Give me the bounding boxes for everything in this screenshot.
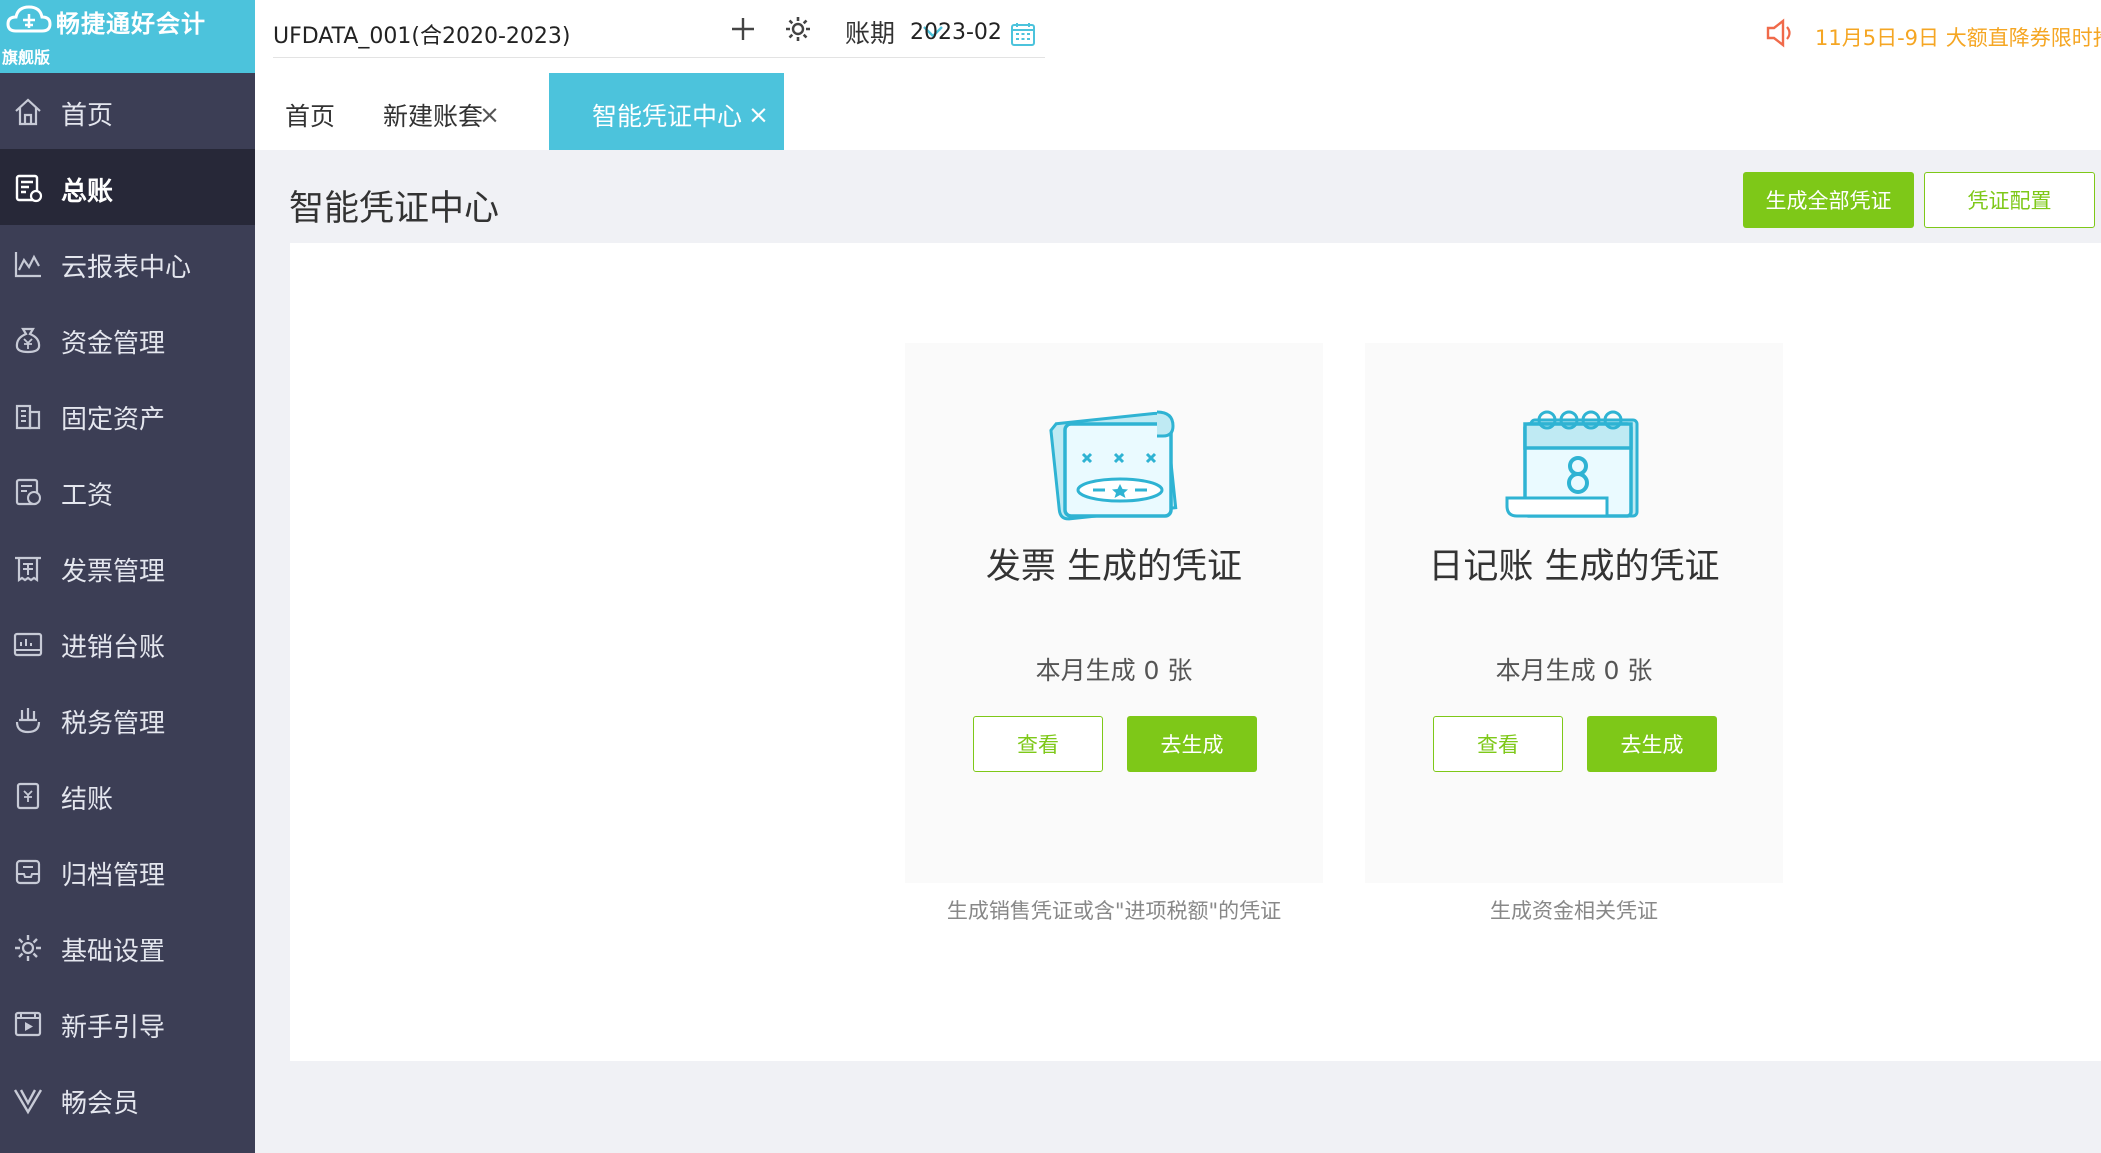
sidebar-item-label: 云报表中心: [61, 253, 192, 283]
tab-label: 智能凭证中心: [592, 102, 743, 131]
tab-new-account-set[interactable]: 新建账套 ×: [350, 73, 505, 150]
sidebar-item-label: 基础设置: [61, 937, 166, 967]
sidebar-item-settings[interactable]: 基础设置: [0, 909, 255, 985]
home-icon: [15, 98, 41, 126]
tax-icon: [15, 708, 41, 734]
add-icon[interactable]: [728, 14, 758, 44]
sidebar-item-label: 畅会员: [61, 1089, 140, 1119]
period-label: 账期: [845, 19, 896, 48]
ledger-icon: [15, 174, 43, 203]
salary-icon: [15, 478, 41, 506]
voucher-config-button[interactable]: 凭证配置: [1924, 172, 2095, 228]
view-button[interactable]: 查看: [973, 716, 1103, 772]
sidebar-item-invoice[interactable]: 发票管理: [0, 529, 255, 605]
invoice-voucher-card: 发票 生成的凭证 本月生成 0 张 查看 去生成: [905, 343, 1323, 883]
sidebar-item-funds[interactable]: 资金管理: [0, 301, 255, 377]
tab-home[interactable]: 首页: [255, 73, 350, 150]
closing-icon: [16, 782, 40, 810]
top-bar: UFDATA_001(合2020-2023) 账期 2023-02 11月5日-…: [255, 0, 2101, 73]
video-icon: [14, 1011, 42, 1037]
sidebar-item-home[interactable]: 首页: [0, 73, 255, 149]
card-title: 发票 生成的凭证: [985, 547, 1243, 587]
tab-label: 首页: [285, 102, 336, 131]
go-generate-button[interactable]: 去生成: [1587, 716, 1717, 772]
period-picker[interactable]: 2023-02: [910, 8, 1045, 58]
invoice-card-icon: [1049, 410, 1178, 521]
card-description: 生成销售凭证或含"进项税额"的凭证: [946, 899, 1282, 923]
main-content: 智能凭证中心 生成全部凭证 凭证配置 发票 生成的凭证 本月生成 0 张 查看 …: [255, 150, 2101, 1153]
invoice-icon: [15, 556, 41, 583]
monthly-count: 本月生成 0 张: [1495, 656, 1653, 685]
chart-icon: [14, 252, 41, 278]
promo-banner-text[interactable]: 11月5日-9日 大额直降券限时抢: [1815, 22, 2101, 52]
voucher-source-panel: 发票 生成的凭证 本月生成 0 张 查看 去生成 生成销售凭证或含"进项税额"的…: [290, 243, 2101, 1061]
go-generate-button[interactable]: 去生成: [1127, 716, 1257, 772]
generate-all-vouchers-button[interactable]: 生成全部凭证: [1743, 172, 1914, 228]
sidebar-item-label: 结账: [61, 785, 114, 815]
sidebar-item-inventory[interactable]: 进销台账: [0, 605, 255, 681]
sidebar-item-label: 首页: [61, 101, 114, 131]
close-icon[interactable]: ×: [479, 100, 500, 129]
sidebar-item-label: 归档管理: [61, 861, 166, 891]
page-title: 智能凭证中心: [289, 189, 500, 229]
app-logo[interactable]: 畅捷通好会计 旗舰版: [0, 0, 255, 73]
inventory-icon: [13, 632, 43, 657]
archive-icon: [15, 859, 41, 885]
sidebar-item-label: 资金管理: [61, 329, 166, 359]
building-icon: [15, 404, 41, 430]
edition-label: 旗舰版: [2, 48, 51, 67]
sidebar-item-tax[interactable]: 税务管理: [0, 681, 255, 757]
money-bag-icon: [15, 327, 41, 354]
close-icon[interactable]: ×: [748, 100, 769, 129]
sidebar-item-label: 新手引导: [61, 1013, 166, 1043]
sidebar-item-label: 工资: [61, 481, 114, 511]
monthly-count: 本月生成 0 张: [1035, 656, 1193, 685]
sidebar-item-closing[interactable]: 结账: [0, 757, 255, 833]
settings-gear-icon[interactable]: [782, 13, 814, 45]
journal-calendar-icon: [1505, 410, 1639, 518]
sidebar-item-salary[interactable]: 工资: [0, 453, 255, 529]
sidebar-item-label: 固定资产: [61, 405, 166, 435]
cloud-logo-icon: [6, 5, 52, 33]
vip-icon: [13, 1089, 43, 1115]
calendar-icon: [1011, 23, 1035, 46]
gear-icon: [15, 935, 41, 961]
sidebar-item-archive[interactable]: 归档管理: [0, 833, 255, 909]
sidebar-item-vip[interactable]: 畅会员: [0, 1061, 255, 1137]
sidebar-item-label: 进销台账: [61, 633, 166, 663]
sidebar-item-guide[interactable]: 新手引导: [0, 985, 255, 1061]
view-button[interactable]: 查看: [1433, 716, 1563, 772]
brand-name: 畅捷通好会计: [56, 10, 206, 38]
tab-bar: 首页 新建账套 × 智能凭证中心 ×: [255, 73, 2101, 150]
tab-label: 新建账套: [383, 102, 484, 131]
sidebar-item-fixed-assets[interactable]: 固定资产: [0, 377, 255, 453]
period-value: 2023-02: [910, 20, 1002, 45]
sidebar-item-ledger[interactable]: 总账: [0, 149, 255, 225]
sidebar-item-label: 发票管理: [61, 557, 166, 587]
account-set-value: UFDATA_001(合2020-2023): [273, 24, 571, 49]
journal-voucher-card: 日记账 生成的凭证 本月生成 0 张 查看 去生成: [1365, 343, 1783, 883]
sidebar-item-label: 总账: [61, 177, 114, 207]
sidebar: 首页 总账 云报表中心 资金管理 固定资产 工资 发票管理 进销台账 税务管理 …: [0, 73, 255, 1153]
tab-smart-voucher-center[interactable]: 智能凭证中心 ×: [549, 73, 784, 150]
card-description: 生成资金相关凭证: [1490, 899, 1658, 923]
speaker-icon: [1766, 18, 1791, 48]
card-title: 日记账 生成的凭证: [1428, 547, 1720, 587]
sidebar-item-report-center[interactable]: 云报表中心: [0, 225, 255, 301]
sidebar-item-label: 税务管理: [61, 709, 166, 739]
